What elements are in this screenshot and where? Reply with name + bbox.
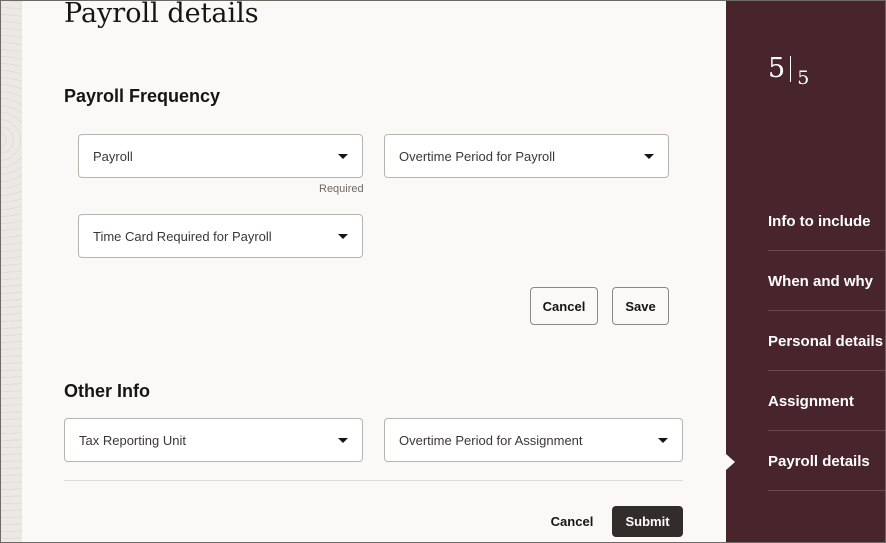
overtime-period-payroll-select[interactable]: Overtime Period for Payroll — [384, 134, 669, 178]
cancel-button[interactable]: Cancel — [530, 287, 598, 325]
overtime-period-assignment-select[interactable]: Overtime Period for Assignment — [384, 418, 683, 462]
decorative-background — [0, 0, 22, 543]
chevron-down-icon — [338, 233, 348, 239]
chevron-down-icon — [644, 153, 654, 159]
time-card-required-label: Time Card Required for Payroll — [93, 228, 272, 244]
submit-button[interactable]: Submit — [612, 506, 683, 537]
time-card-required-select[interactable]: Time Card Required for Payroll — [78, 214, 363, 258]
section-title-payroll-frequency: Payroll Frequency — [64, 86, 221, 106]
progress-sidebar: 5 5 Info to include When and why Persona… — [726, 0, 886, 543]
step-counter: 5 5 — [768, 52, 809, 88]
save-button[interactable]: Save — [612, 287, 669, 325]
payroll-select-label: Payroll — [93, 148, 133, 164]
section-title-other-info: Other Info — [64, 381, 150, 401]
chevron-down-icon — [658, 437, 668, 443]
overtime-period-payroll-label: Overtime Period for Payroll — [399, 148, 556, 164]
tax-reporting-unit-select[interactable]: Tax Reporting Unit — [64, 418, 363, 462]
sidebar-item-assignment[interactable]: Assignment — [768, 371, 886, 431]
step-total: 5 — [797, 67, 810, 89]
sidebar-item-personal-details[interactable]: Personal details — [768, 311, 886, 371]
sidebar-item-when-and-why[interactable]: When and why — [768, 251, 886, 311]
step-separator — [790, 56, 792, 82]
chevron-down-icon — [338, 437, 348, 443]
sidebar-item-info-to-include[interactable]: Info to include — [768, 191, 886, 251]
payroll-select[interactable]: Payroll — [78, 134, 363, 178]
step-current: 5 — [768, 53, 786, 84]
footer-cancel-button[interactable]: Cancel — [542, 506, 602, 537]
active-step-pointer-icon — [726, 454, 735, 470]
sidebar-item-payroll-details[interactable]: Payroll details — [768, 431, 886, 491]
divider — [64, 480, 683, 481]
overtime-period-assignment-label: Overtime Period for Assignment — [399, 432, 583, 448]
tax-reporting-unit-label: Tax Reporting Unit — [79, 432, 186, 448]
required-helper-text: Required — [319, 183, 364, 195]
page-title: Payroll details — [64, 0, 259, 29]
chevron-down-icon — [338, 153, 348, 159]
